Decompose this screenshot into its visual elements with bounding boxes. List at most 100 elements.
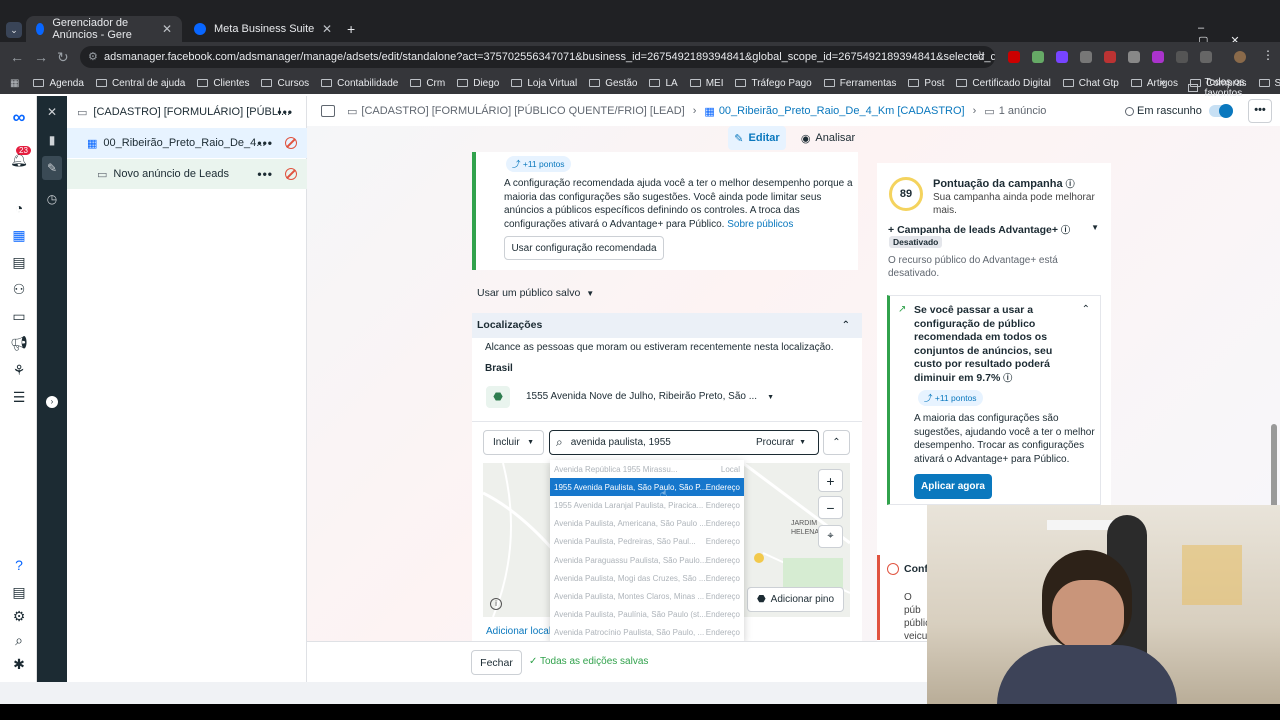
saved-audience-dropdown[interactable]: Usar um público salvo ▼ — [477, 287, 594, 299]
bookmark-item[interactable]: Gestão — [589, 78, 637, 89]
puzzle-icon[interactable] — [1200, 51, 1212, 63]
url-bar[interactable]: ⚙ adsmanager.facebook.com/adsmanager/man… — [80, 46, 995, 68]
include-dropdown[interactable]: Incluir ▼ — [483, 430, 544, 455]
business-icon[interactable]: ⚘ — [10, 361, 28, 379]
bookmark-item[interactable]: MEI — [689, 78, 723, 89]
tree-campaign-row[interactable]: ▭ [CADASTRO] [FORMULÁRIO] [PÚBLI... ••• — [67, 97, 307, 127]
reload-icon[interactable]: ↻ — [57, 49, 69, 66]
extension-icon[interactable] — [1152, 51, 1164, 63]
add-pin-button[interactable]: ⬣ Adicionar pino — [747, 587, 844, 612]
more-icon[interactable]: ••• — [277, 105, 293, 119]
bookmark-item[interactable]: Chat Gtp — [1062, 78, 1119, 89]
bug-icon[interactable]: ✱ — [10, 655, 28, 673]
history-icon[interactable]: ◷ — [44, 191, 60, 207]
close-tab-icon[interactable]: ✕ — [162, 22, 172, 36]
apps-icon[interactable]: ▦ — [10, 78, 19, 89]
settings-icon[interactable]: ⚙ — [10, 607, 28, 625]
billing-icon[interactable]: ▭ — [10, 307, 28, 325]
panel-toggle-icon[interactable] — [321, 105, 335, 117]
more-icon[interactable]: ••• — [257, 167, 273, 181]
bookmark-item[interactable]: Diego — [457, 78, 499, 89]
edit-button[interactable]: ✎ Editar — [728, 126, 786, 150]
breadcrumb-ads[interactable]: 1 anúncio — [999, 105, 1047, 117]
collapse-search-button[interactable]: ⌃ — [823, 430, 850, 455]
search-icon[interactable]: ⌕ — [10, 631, 28, 649]
bookmark-item[interactable]: Artigos — [1130, 78, 1178, 89]
suggestion-item[interactable]: Avenida Paulista, Montes Claros, Minas .… — [550, 587, 744, 605]
suggestion-item[interactable]: Avenida República 1955 Mirassu... Local — [550, 460, 744, 478]
bookmark-item[interactable]: Ferramentas — [823, 78, 896, 89]
reports-icon[interactable]: ▤ — [10, 583, 28, 601]
bookmarks-more[interactable]: » — [1160, 77, 1166, 88]
forward-icon[interactable]: → — [34, 49, 48, 65]
expand-icon[interactable]: › — [46, 396, 58, 408]
extension-icon[interactable] — [1056, 51, 1068, 63]
use-recommended-button[interactable]: Usar configuração recomendada — [504, 236, 664, 260]
tab-search-icon[interactable]: ⌄ — [6, 22, 22, 38]
table-icon[interactable]: ▦ — [10, 226, 28, 244]
extension-icon[interactable] — [1008, 51, 1020, 63]
tree-adset-row[interactable]: ▦ 00_Ribeirão_Preto_Raio_De_4... ••• — [67, 128, 307, 158]
review-button[interactable]: ◉ Analisar — [796, 126, 860, 150]
suggestion-item[interactable]: 1955 Avenida Laranjal Paulista, Piracica… — [550, 496, 744, 514]
meta-logo-icon[interactable]: ∞ — [10, 108, 28, 126]
caret-down-icon[interactable]: ▼ — [1091, 223, 1099, 232]
more-options-button[interactable]: ••• — [1248, 99, 1272, 123]
close-button[interactable]: Fechar — [471, 650, 522, 675]
suggestion-item[interactable]: Avenida Paulista, Mogi das Cruzes, São .… — [550, 569, 744, 587]
suggestion-item[interactable]: Avenida Paulista, Pedreiras, São Paul...… — [550, 533, 744, 551]
more-icon[interactable]: ••• — [257, 136, 273, 150]
advantage-row[interactable]: + Campanha de leads Advantage+ ⓘ — [888, 223, 1070, 236]
bookmark-item[interactable]: Clientes — [197, 78, 249, 89]
location-search-input[interactable]: ⌕ avenida paulista, 1955 Procurar ▼ — [549, 430, 819, 455]
tab-ads-manager[interactable]: Gerenciador de Anúncios - Gere ✕ — [26, 16, 182, 42]
scrollbar-thumb[interactable] — [1271, 424, 1277, 514]
extension-icon[interactable] — [1080, 51, 1092, 63]
extension-icon[interactable] — [1128, 51, 1140, 63]
zoom-out-button[interactable]: − — [818, 496, 843, 519]
breadcrumb-campaign[interactable]: [CADASTRO] [FORMULÁRIO] [PÚBLICO QUENTE/… — [361, 105, 684, 117]
locations-header[interactable]: Localizações ⌃ — [472, 313, 862, 338]
menu-icon[interactable]: ☰ — [10, 388, 28, 406]
extension-icon[interactable] — [1032, 51, 1044, 63]
chrome-menu-icon[interactable]: ⋮ — [1262, 48, 1274, 62]
dashboard-icon[interactable]: ◔ — [10, 199, 28, 217]
bookmark-item[interactable]: Central de ajuda — [95, 78, 185, 89]
add-locations-link[interactable]: Adicionar locali — [486, 626, 553, 637]
bookmark-item[interactable]: Certificado Digital — [956, 78, 1051, 89]
suggestion-item[interactable]: Avenida Patrocínio Paulista, São Paulo, … — [550, 624, 744, 642]
extension-icon[interactable] — [1104, 51, 1116, 63]
close-tab-icon[interactable]: ✕ — [322, 22, 332, 36]
suggestion-item[interactable]: Avenida Paulista, Paulínia, São Paulo (s… — [550, 606, 744, 624]
chevron-up-icon[interactable]: ⌃ — [1082, 304, 1090, 315]
pages-icon[interactable]: ▤ — [10, 253, 28, 271]
tree-ad-row[interactable]: ▭ Novo anúncio de Leads ••• — [67, 159, 307, 189]
edit-pencil-icon[interactable]: ✎ — [42, 156, 62, 180]
extension-icon[interactable] — [1176, 51, 1188, 63]
suggestion-item[interactable]: 1955 Avenida Paulista, São Paulo, São P.… — [550, 478, 744, 497]
bookmark-item[interactable]: Agenda — [33, 78, 84, 89]
bookmark-item[interactable]: Crm — [410, 78, 445, 89]
bookmark-item[interactable]: Cursos — [261, 78, 309, 89]
campaign-toggle[interactable] — [1209, 104, 1233, 118]
map-info-icon[interactable]: i — [490, 598, 502, 610]
bookmark-item[interactable]: LA — [649, 78, 678, 89]
help-icon[interactable]: ? — [10, 556, 28, 574]
locate-me-icon[interactable]: ⌖ — [818, 525, 843, 548]
about-audiences-link[interactable]: Sobre públicos — [727, 219, 793, 230]
suggestion-item[interactable]: Avenida Paulista, Americana, São Paulo .… — [550, 515, 744, 533]
bookmark-item[interactable]: Contabilidade — [321, 78, 398, 89]
bookmark-item[interactable]: Post — [908, 78, 944, 89]
site-info-icon[interactable]: ⚙ — [88, 46, 98, 68]
chart-icon[interactable]: ▮ — [44, 132, 60, 148]
new-tab-icon[interactable]: + — [347, 21, 355, 37]
breadcrumb-adset[interactable]: 00_Ribeirão_Preto_Raio_De_4_Km [CADASTRO… — [719, 105, 965, 117]
tab-business-suite[interactable]: Meta Business Suite ✕ — [184, 16, 342, 42]
suggestion-item[interactable]: Avenida Paraguassu Paulista, São Paulo..… — [550, 551, 744, 569]
chevron-up-icon[interactable]: ⌃ — [842, 313, 850, 338]
bookmark-item[interactable]: Tráfego Pago — [735, 78, 812, 89]
zoom-in-button[interactable]: + — [818, 469, 843, 492]
bookmark-item[interactable]: Loja Virtual — [511, 78, 577, 89]
pinned-location[interactable]: 1555 Avenida Nove de Julho, Ribeirão Pre… — [526, 391, 774, 402]
profile-avatar[interactable] — [1234, 51, 1246, 63]
